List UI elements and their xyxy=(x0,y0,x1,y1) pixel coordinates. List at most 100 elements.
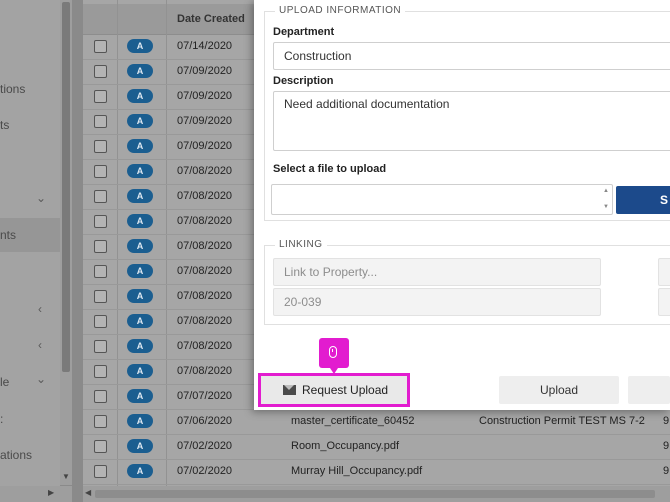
row-checkbox[interactable] xyxy=(94,40,107,53)
status-badge: A xyxy=(127,114,153,128)
upload-modal: UPLOAD INFORMATION Department Constructi… xyxy=(254,0,670,410)
row-file-name[interactable]: master_certificate_60452 xyxy=(291,415,415,427)
click-indicator xyxy=(319,338,349,374)
department-field[interactable]: Construction xyxy=(273,42,670,70)
scroll-left-icon[interactable]: ◀ xyxy=(85,488,91,497)
department-label: Department xyxy=(273,26,335,38)
row-file-name[interactable]: Murray Hill_Occupancy.pdf xyxy=(291,465,422,477)
row-checkbox[interactable] xyxy=(94,390,107,403)
link-side-field[interactable] xyxy=(658,288,670,316)
status-badge: A xyxy=(127,364,153,378)
sidebar-item-4[interactable]: le xyxy=(0,375,9,389)
row-checkbox[interactable] xyxy=(94,65,107,78)
row-document-type: Construction Permit TEST MS 7-2 xyxy=(479,415,645,427)
status-badge: A xyxy=(127,414,153,428)
row-checkbox[interactable] xyxy=(94,90,107,103)
row-checkbox[interactable] xyxy=(94,290,107,303)
row-checkbox[interactable] xyxy=(94,215,107,228)
status-badge: A xyxy=(127,239,153,253)
mouse-icon xyxy=(329,346,337,358)
row-checkbox[interactable] xyxy=(94,315,107,328)
scroll-down-icon[interactable]: ▼ xyxy=(62,472,70,481)
row-date: 07/07/2020 xyxy=(177,390,233,402)
sidebar-hscrollbar[interactable] xyxy=(0,486,72,502)
link-side-field[interactable] xyxy=(658,258,670,286)
status-badge: A xyxy=(127,39,153,53)
grid-scroll-thumb[interactable] xyxy=(95,490,655,498)
row-date: 07/02/2020 xyxy=(177,465,233,477)
scroll-right-icon[interactable]: ▶ xyxy=(48,488,54,497)
status-badge: A xyxy=(127,89,153,103)
row-checkbox[interactable] xyxy=(94,190,107,203)
row-date: 07/09/2020 xyxy=(177,90,233,102)
row-checkbox[interactable] xyxy=(94,265,107,278)
row-checkbox[interactable] xyxy=(94,365,107,378)
status-badge: A xyxy=(127,389,153,403)
status-badge: A xyxy=(127,439,153,453)
status-badge: A xyxy=(127,214,153,228)
link-to-property-field[interactable]: Link to Property... xyxy=(273,258,601,286)
cancel-button[interactable] xyxy=(628,376,670,404)
column-date-created[interactable]: Date Created xyxy=(177,13,245,25)
grid-hscrollbar[interactable]: ◀ xyxy=(83,486,670,502)
table-row[interactable]: A 07/02/2020 Room_Occupancy.pdf 9 xyxy=(83,434,670,460)
row-checkbox[interactable] xyxy=(94,440,107,453)
file-upload-label: Select a file to upload xyxy=(273,163,387,175)
row-checkbox[interactable] xyxy=(94,415,107,428)
upload-information-legend: UPLOAD INFORMATION xyxy=(275,5,406,16)
status-badge: A xyxy=(127,189,153,203)
row-date: 07/08/2020 xyxy=(177,190,233,202)
row-checkbox[interactable] xyxy=(94,240,107,253)
table-row[interactable]: A 07/02/2020 Murray Hill_Occupancy.pdf 9 xyxy=(83,459,670,485)
row-file-name[interactable]: Room_Occupancy.pdf xyxy=(291,440,399,452)
sidebar-item-6[interactable]: ations xyxy=(0,448,32,462)
sidebar-item-2[interactable]: ts xyxy=(0,118,9,132)
row-checkbox[interactable] xyxy=(94,140,107,153)
status-badge: A xyxy=(127,464,153,478)
status-badge: A xyxy=(127,164,153,178)
highlight-box xyxy=(258,373,410,407)
spin-down-icon[interactable]: ▼ xyxy=(602,204,610,210)
row-date: 07/02/2020 xyxy=(177,440,233,452)
row-date: 07/09/2020 xyxy=(177,140,233,152)
row-date: 07/08/2020 xyxy=(177,265,233,277)
row-date: 07/09/2020 xyxy=(177,115,233,127)
sidebar-scroll-thumb[interactable] xyxy=(62,2,70,372)
row-checkbox[interactable] xyxy=(94,340,107,353)
table-row[interactable]: A 07/06/2020 master_certificate_60452 Const… xyxy=(83,409,670,435)
linked-record-field[interactable]: 20-039 xyxy=(273,288,601,316)
chevron-down-icon[interactable]: ⌄ xyxy=(36,372,46,386)
row-checkbox[interactable] xyxy=(94,165,107,178)
row-checkbox[interactable] xyxy=(94,115,107,128)
description-field[interactable]: Need additional documentation xyxy=(273,91,670,151)
row-date: 07/06/2020 xyxy=(177,415,233,427)
row-extra: 9 xyxy=(663,440,670,452)
row-date: 07/08/2020 xyxy=(177,215,233,227)
row-date: 07/08/2020 xyxy=(177,315,233,327)
row-date: 07/08/2020 xyxy=(177,165,233,177)
chevron-left-icon[interactable]: ‹ xyxy=(38,338,42,352)
file-input[interactable]: ▲ ▼ xyxy=(271,184,613,215)
status-badge: A xyxy=(127,264,153,278)
row-date: 07/08/2020 xyxy=(177,240,233,252)
sidebar-item-1[interactable]: tions xyxy=(0,82,25,96)
row-checkbox[interactable] xyxy=(94,465,107,478)
upload-button[interactable]: Upload xyxy=(499,376,619,404)
row-date: 07/09/2020 xyxy=(177,65,233,77)
sidebar-item-active[interactable]: nts xyxy=(0,218,60,252)
linking-legend: LINKING xyxy=(275,239,327,250)
row-extra: 9 xyxy=(663,465,670,477)
status-badge: A xyxy=(127,64,153,78)
status-badge: A xyxy=(127,339,153,353)
row-extra: 9 xyxy=(663,415,670,427)
row-date: 07/14/2020 xyxy=(177,40,233,52)
sidebar-item-5[interactable]: : xyxy=(0,412,3,426)
status-badge: A xyxy=(127,314,153,328)
select-file-button[interactable]: S xyxy=(616,186,670,214)
status-badge: A xyxy=(127,139,153,153)
description-label: Description xyxy=(273,75,334,87)
status-badge: A xyxy=(127,289,153,303)
spin-up-icon[interactable]: ▲ xyxy=(602,188,610,194)
chevron-down-icon[interactable]: ⌄ xyxy=(36,191,46,205)
chevron-left-icon[interactable]: ‹ xyxy=(38,302,42,316)
